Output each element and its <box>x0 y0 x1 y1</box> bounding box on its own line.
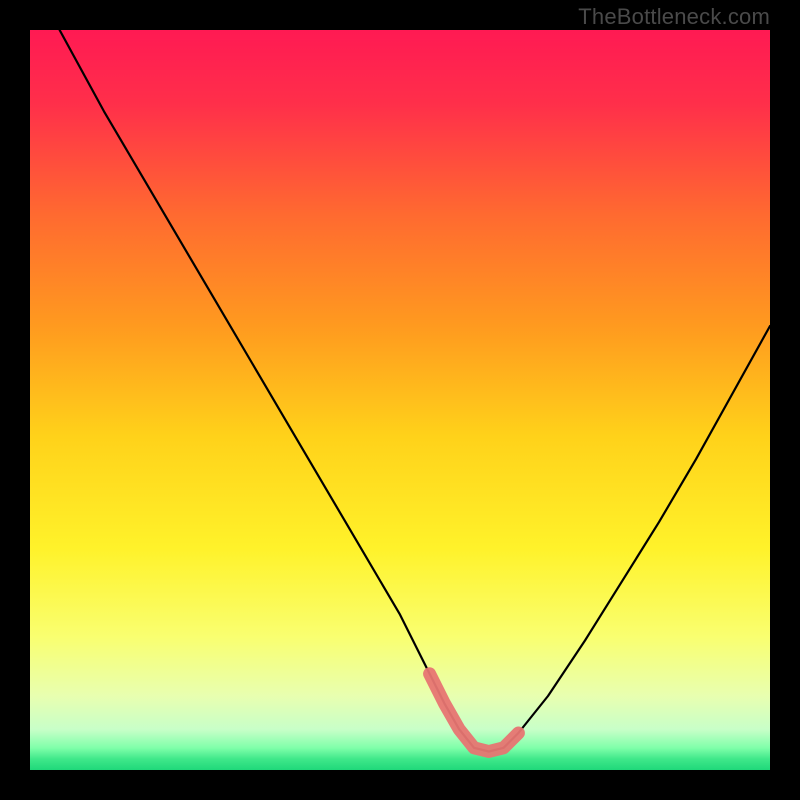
optimal-range-highlight <box>430 674 519 752</box>
plot-area <box>30 30 770 770</box>
curve-layer <box>30 30 770 770</box>
bottleneck-curve <box>60 30 770 752</box>
chart-frame: TheBottleneck.com <box>0 0 800 800</box>
watermark-label: TheBottleneck.com <box>578 4 770 30</box>
